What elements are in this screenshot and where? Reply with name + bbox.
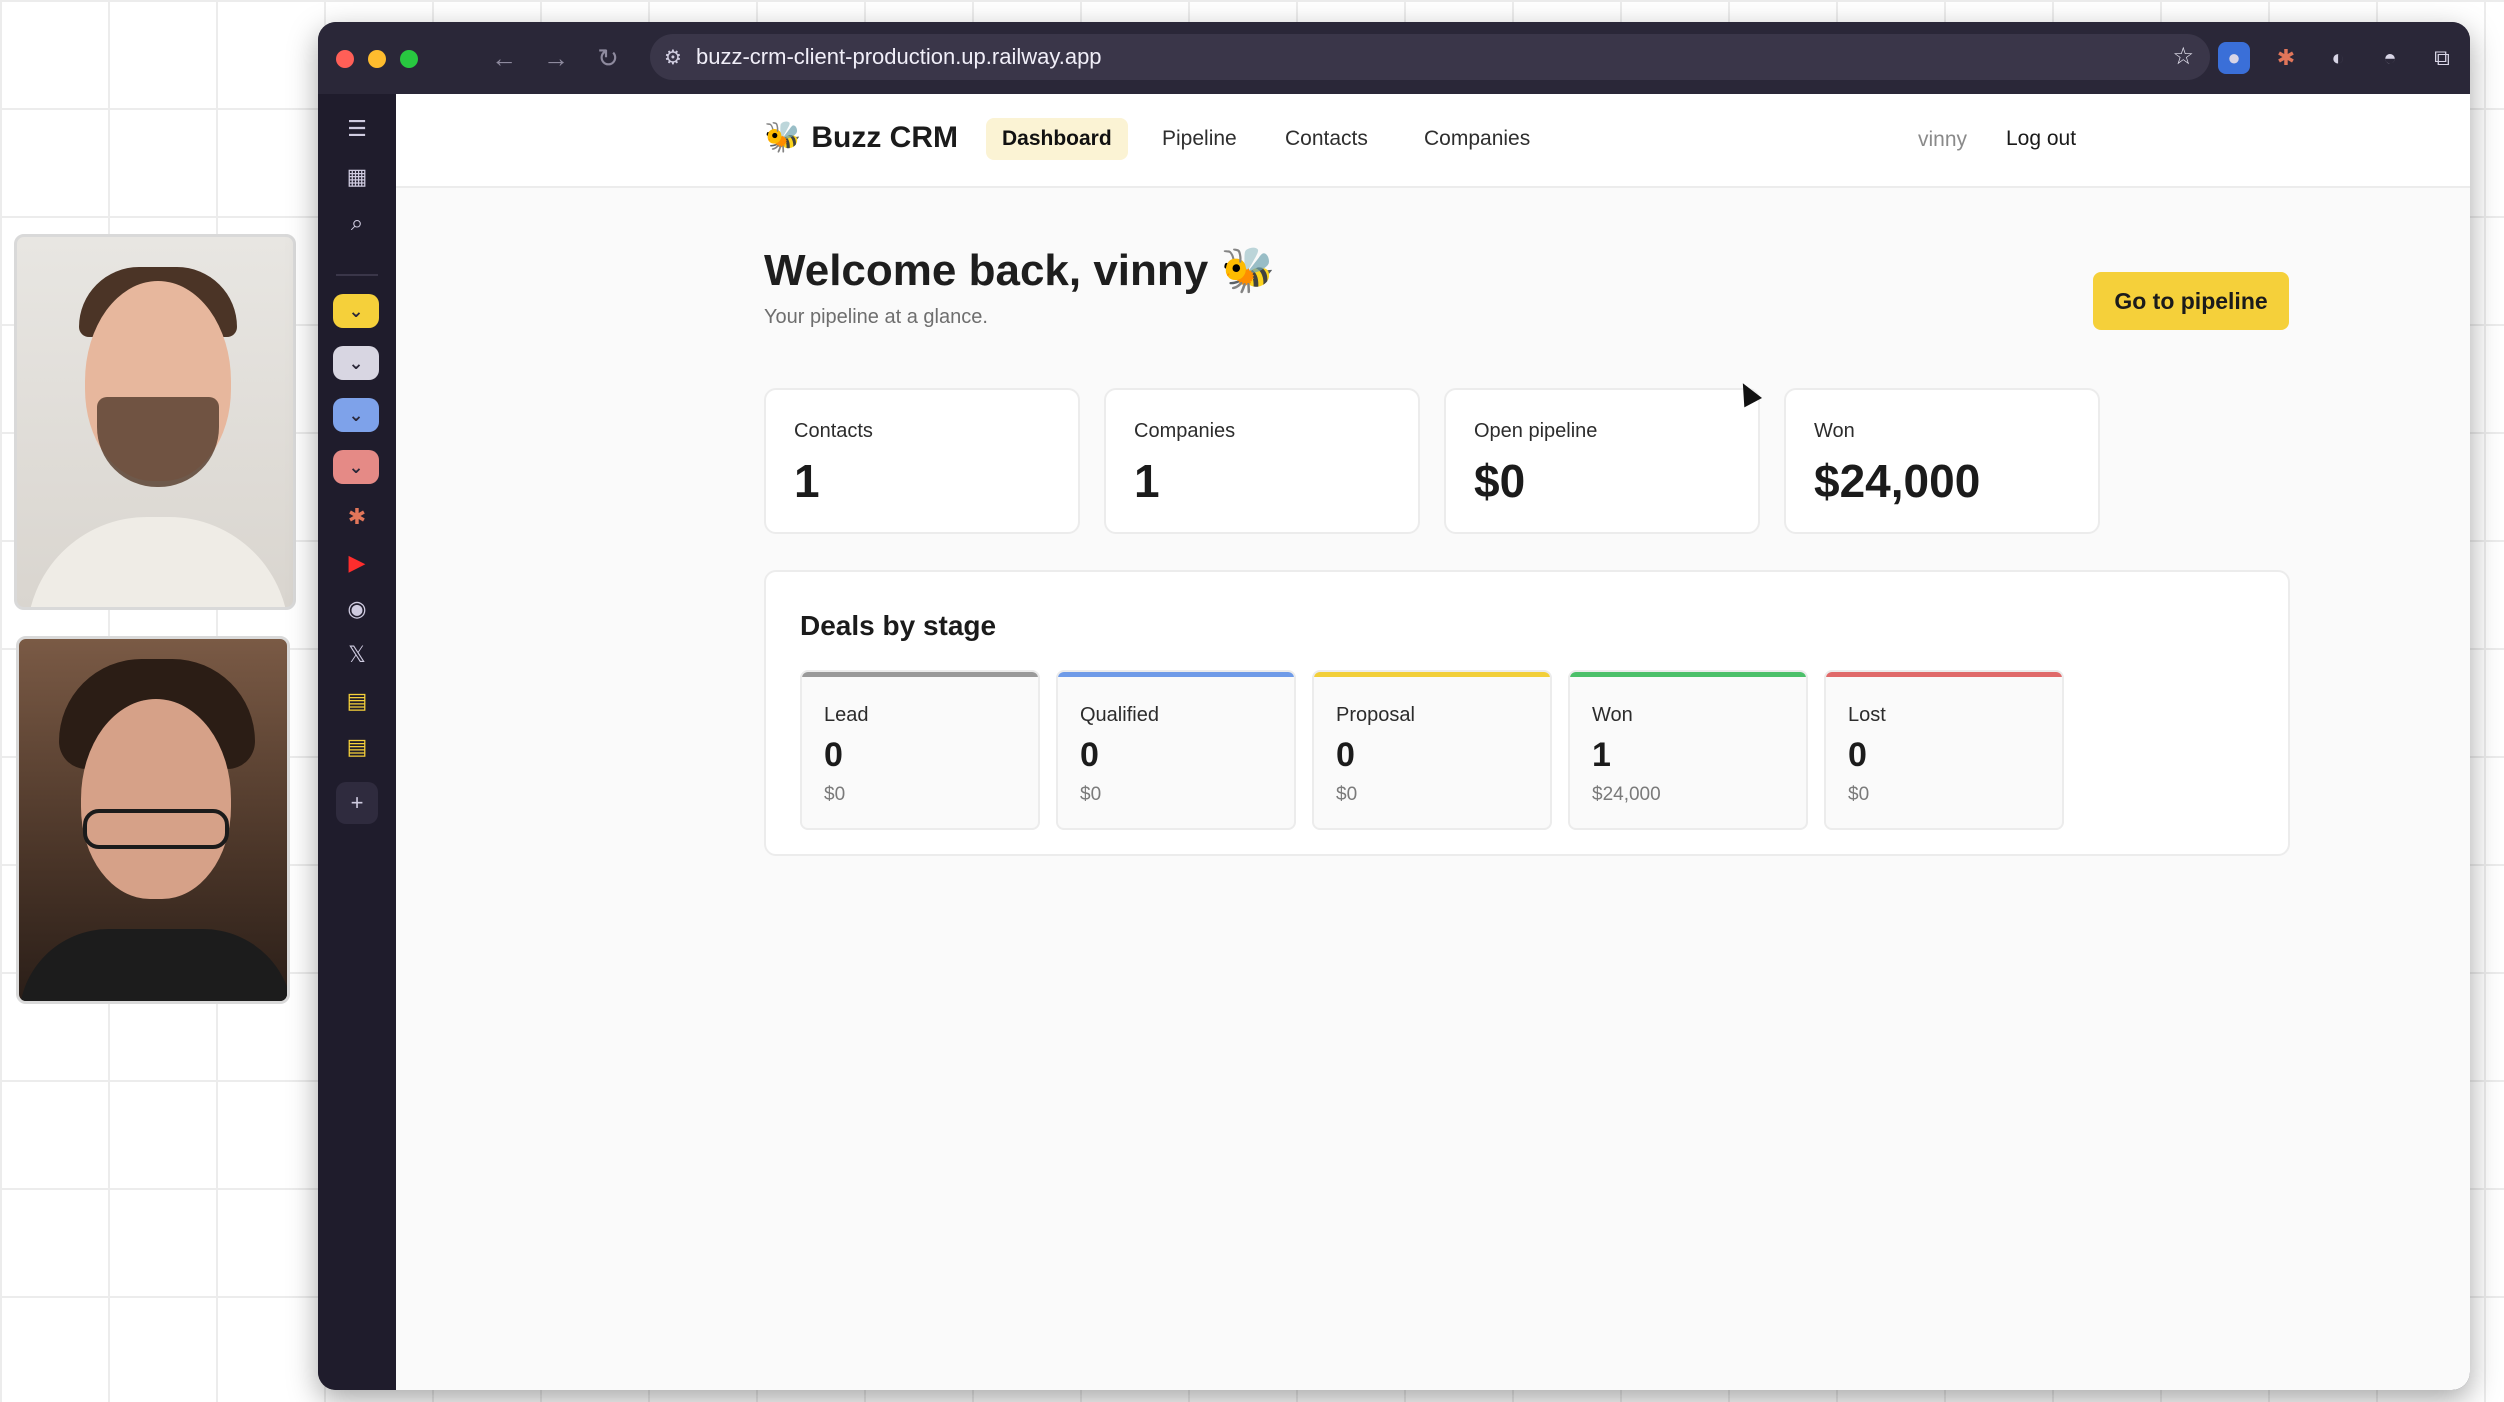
- youtube-tab-icon[interactable]: ▶: [336, 542, 378, 584]
- back-arrow-icon[interactable]: ←: [486, 40, 522, 76]
- minimize-window-button[interactable]: [368, 50, 386, 68]
- participant-beard: [97, 397, 219, 487]
- search-tabs-icon[interactable]: ⌕: [336, 202, 378, 244]
- stage-color-bar: [1570, 672, 1806, 677]
- stage-name: Lost: [1848, 704, 1886, 726]
- stat-label: Open pipeline: [1474, 420, 1598, 442]
- page-subtitle: Your pipeline at a glance.: [764, 306, 988, 328]
- nav-companies[interactable]: Companies: [1408, 118, 1546, 160]
- nav-contacts[interactable]: Contacts: [1269, 118, 1384, 160]
- bee-icon: 🐝: [764, 121, 802, 154]
- webcam-tile-participant-1: [14, 234, 296, 610]
- tab-group-grey-chevron-icon[interactable]: ⌄: [333, 346, 379, 380]
- stage-amount: $0: [1080, 784, 1102, 805]
- stat-label: Contacts: [794, 420, 873, 442]
- go-to-pipeline-button[interactable]: Go to pipeline: [2093, 272, 2289, 330]
- close-window-button[interactable]: [336, 50, 354, 68]
- participant-glasses: [83, 809, 229, 849]
- participant-shirt: [19, 929, 287, 1001]
- bookmark-star-icon[interactable]: ☆: [2172, 42, 2194, 71]
- notes-tab-icon[interactable]: ▤: [336, 726, 378, 768]
- stage-amount: $0: [824, 784, 846, 805]
- forward-arrow-icon[interactable]: →: [538, 40, 574, 76]
- stage-card-won: Won 1 $24,000: [1568, 670, 1808, 830]
- claude-tab-icon[interactable]: ✱: [336, 496, 378, 538]
- site-settings-icon[interactable]: ⚙: [650, 45, 696, 70]
- stage-count: 0: [1848, 736, 1867, 774]
- stat-card-companies: Companies 1: [1104, 388, 1420, 534]
- address-bar[interactable]: ⚙ buzz-crm-client-production.up.railway.…: [650, 34, 2210, 80]
- stage-count: 1: [1592, 736, 1611, 774]
- stat-label: Won: [1814, 420, 1855, 442]
- record-tab-icon[interactable]: ◉: [336, 588, 378, 630]
- stage-card-proposal: Proposal 0 $0: [1312, 670, 1552, 830]
- notes-tab-icon[interactable]: ▤: [336, 680, 378, 722]
- nav-dashboard[interactable]: Dashboard: [986, 118, 1128, 160]
- brand-logo[interactable]: 🐝 Buzz CRM: [764, 120, 958, 155]
- stage-amount: $0: [1336, 784, 1358, 805]
- deals-by-stage-panel: Deals by stage Lead 0 $0 Qualified 0 $0 …: [764, 570, 2290, 856]
- participant-face: [81, 699, 231, 899]
- stage-name: Won: [1592, 704, 1633, 726]
- reload-icon[interactable]: ↻: [590, 40, 626, 76]
- nav-pipeline[interactable]: Pipeline: [1146, 118, 1253, 160]
- stat-card-contacts: Contacts 1: [764, 388, 1080, 534]
- webcam-tile-participant-2: [16, 636, 290, 1004]
- extensions-puzzle-icon[interactable]: ⧉: [2426, 42, 2458, 74]
- page-title: Welcome back, vinny 🐝: [764, 246, 1276, 295]
- stage-count: 0: [1336, 736, 1355, 774]
- stage-count: 0: [1080, 736, 1099, 774]
- logout-button[interactable]: Log out: [1992, 118, 2090, 160]
- browser-sidebar: ☰ ▦ ⌕ ⌄ ⌄ ⌄ ⌄ ✱ ▶ ◉ 𝕏 ▤ ▤ +: [318, 94, 396, 1390]
- extension-icon[interactable]: ◓: [2374, 42, 2406, 74]
- extension-sparkle-icon[interactable]: ✱: [2270, 42, 2302, 74]
- url-text: buzz-crm-client-production.up.railway.ap…: [696, 44, 1102, 69]
- browser-window: ← → ↻ ⚙ buzz-crm-client-production.up.ra…: [318, 22, 2470, 1390]
- stat-value: 1: [1134, 455, 1160, 507]
- stage-card-lost: Lost 0 $0: [1824, 670, 2064, 830]
- zoom-window-button[interactable]: [400, 50, 418, 68]
- stage-name: Lead: [824, 704, 869, 726]
- stat-label: Companies: [1134, 420, 1236, 442]
- extension-icon[interactable]: ◐: [2322, 42, 2354, 74]
- stat-value: $24,000: [1814, 455, 1981, 507]
- tab-group-red-chevron-icon[interactable]: ⌄: [333, 450, 379, 484]
- stat-value: $0: [1474, 455, 1526, 507]
- stat-value: 1: [794, 455, 820, 507]
- stage-color-bar: [1826, 672, 2062, 677]
- x-tab-icon[interactable]: 𝕏: [336, 634, 378, 676]
- web-page: 🐝 Buzz CRM Dashboard Pipeline Contacts C…: [396, 94, 2470, 1390]
- stage-color-bar: [1058, 672, 1294, 677]
- current-user-name: vinny: [1918, 128, 1968, 151]
- brand-name: Buzz CRM: [811, 120, 959, 154]
- stage-amount: $0: [1848, 784, 1870, 805]
- tab-group-blue-chevron-icon[interactable]: ⌄: [333, 398, 379, 432]
- stat-card-won: Won $24,000: [1784, 388, 2100, 534]
- tab-group-yellow-chevron-icon[interactable]: ⌄: [333, 294, 379, 328]
- stat-card-open-pipeline: Open pipeline $0: [1444, 388, 1760, 534]
- stage-card-lead: Lead 0 $0: [800, 670, 1040, 830]
- sidebar-divider: [336, 274, 378, 276]
- extension-icon[interactable]: ●: [2218, 42, 2250, 74]
- stage-count: 0: [824, 736, 843, 774]
- stage-name: Proposal: [1336, 704, 1415, 726]
- sidebar-toggle-icon[interactable]: ☰: [336, 108, 378, 150]
- participant-shirt: [27, 517, 289, 607]
- app-top-nav: 🐝 Buzz CRM Dashboard Pipeline Contacts C…: [396, 94, 2470, 188]
- new-tab-plus-icon[interactable]: +: [336, 782, 378, 824]
- stage-card-qualified: Qualified 0 $0: [1056, 670, 1296, 830]
- stage-name: Qualified: [1080, 704, 1159, 726]
- browser-titlebar: ← → ↻ ⚙ buzz-crm-client-production.up.ra…: [318, 22, 2470, 94]
- stage-color-bar: [802, 672, 1038, 677]
- panel-title: Deals by stage: [800, 610, 997, 641]
- stage-amount: $24,000: [1592, 784, 1661, 805]
- stage-color-bar: [1314, 672, 1550, 677]
- grid-icon[interactable]: ▦: [336, 156, 378, 198]
